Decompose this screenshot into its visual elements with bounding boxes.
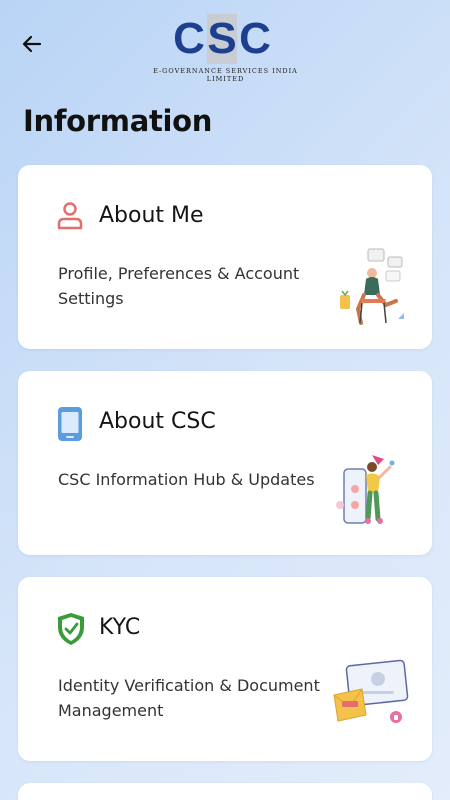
card-about-me[interactable]: About Me Profile, Preferences & Account … — [18, 165, 432, 349]
user-icon — [56, 200, 84, 232]
page-title: Information — [23, 104, 213, 138]
id-documents-illustration — [328, 655, 410, 741]
card-description: Profile, Preferences & Account Settings — [58, 264, 300, 308]
card-partial[interactable] — [18, 783, 432, 800]
logo-letter-s: S — [207, 14, 237, 64]
shield-check-icon — [56, 612, 84, 645]
app-header: C S C E-Governance Services India Limite… — [0, 0, 450, 95]
back-button[interactable] — [18, 30, 46, 58]
card-kyc[interactable]: KYC Identity Verification & Document Man… — [18, 577, 432, 761]
person-phone-illustration — [328, 449, 410, 535]
card-description: CSC Information Hub & Updates — [58, 470, 315, 489]
logo-letter-c: C — [173, 14, 205, 63]
logo-letters: C S C — [173, 14, 271, 64]
card-title: About Me — [99, 203, 204, 228]
person-chair-illustration — [328, 243, 410, 329]
card-title: KYC — [99, 615, 141, 640]
csc-logo: C S C E-Governance Services India Limite… — [138, 14, 313, 83]
logo-subtitle: E-Governance Services India Limited — [153, 67, 298, 83]
logo-letter-c: C — [239, 14, 271, 63]
card-description: Identity Verification & Document Managem… — [58, 676, 320, 720]
card-title: About CSC — [99, 409, 216, 434]
card-about-csc[interactable]: About CSC CSC Information Hub & Updates — [18, 371, 432, 555]
arrow-left-icon — [22, 35, 42, 53]
mobile-icon — [56, 406, 84, 441]
